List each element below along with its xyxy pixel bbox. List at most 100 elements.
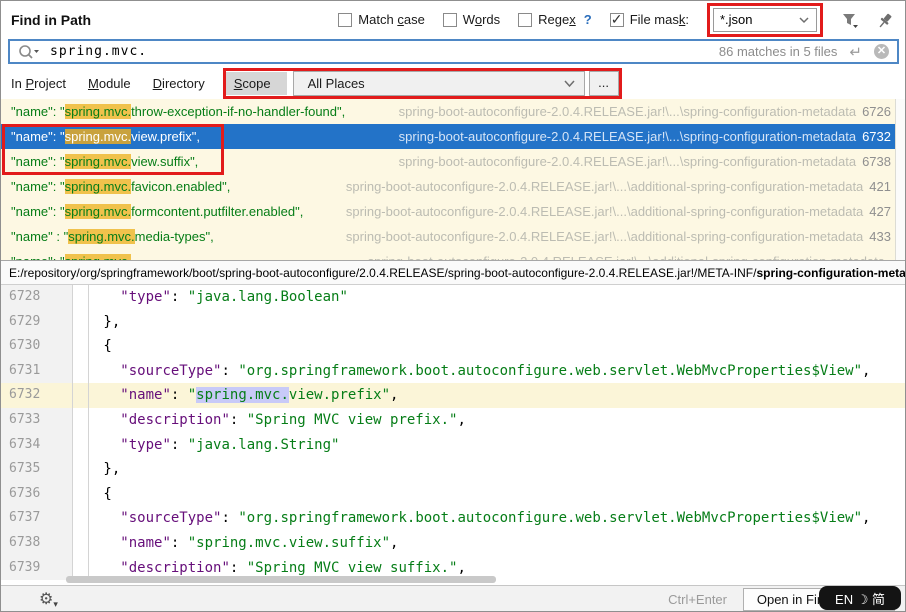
- ime-language-indicator[interactable]: EN ☽ 简: [819, 586, 901, 610]
- result-location: spring-boot-autoconfigure-2.0.4.RELEASE.…: [399, 154, 891, 169]
- result-location: spring-boot-autoconfigure-2.0.4.RELEASE.…: [346, 229, 891, 244]
- code-token: {: [95, 338, 112, 354]
- words-checkbox[interactable]: Words: [443, 12, 500, 27]
- clear-search-button[interactable]: ✕: [874, 44, 889, 59]
- gutter-fold-column: [73, 334, 89, 359]
- settings-gear-icon[interactable]: ⚙▾: [39, 589, 58, 610]
- dialog-title: Find in Path: [11, 12, 91, 28]
- result-line-number: 433: [869, 229, 891, 244]
- result-row[interactable]: "name": "spring.mvc.view.suffix",spring-…: [1, 149, 906, 174]
- code-text: "description": "Spring MVC view prefix."…: [89, 408, 466, 433]
- result-file-path: spring-boot-autoconfigure-2.0.4.RELEASE.…: [346, 204, 863, 219]
- regex-label[interactable]: Regex: [538, 12, 576, 27]
- file-mask-dropdown[interactable]: *.json: [713, 8, 817, 32]
- code-line[interactable]: 6733 "description": "Spring MVC view pre…: [1, 408, 905, 433]
- snippet-prefix: "name" : ": [11, 229, 68, 244]
- words-box-icon[interactable]: [443, 13, 457, 27]
- gutter-fold-column: [73, 433, 89, 458]
- match-case-label[interactable]: Match case: [358, 12, 425, 27]
- code-line[interactable]: 6729 },: [1, 310, 905, 335]
- words-label[interactable]: Words: [463, 12, 500, 27]
- result-row[interactable]: "name": "spring.mvc.spring-boot-autoconf…: [1, 249, 906, 260]
- code-token: ,: [457, 412, 465, 428]
- code-line[interactable]: 6735 },: [1, 457, 905, 482]
- result-file-path: spring-boot-autoconfigure-2.0.4.RELEASE.…: [399, 129, 856, 144]
- result-row[interactable]: "name": "spring.mvc.favicon.enabled", spr…: [1, 174, 906, 199]
- code-token: [95, 289, 120, 305]
- line-number: 6733: [1, 408, 73, 433]
- code-line[interactable]: 6736 {: [1, 482, 905, 507]
- code-line[interactable]: 6737 "sourceType": "org.springframework.…: [1, 506, 905, 531]
- result-snippet: "name": "spring.mvc.view.prefix",: [11, 129, 200, 144]
- code-token: ,: [457, 560, 465, 576]
- snippet-rest: formcontent.putfilter.enabled",: [131, 204, 303, 219]
- result-location: spring-boot-autoconfigure-2.0.4.RELEASE.…: [346, 179, 891, 194]
- result-row[interactable]: "name": "spring.mvc.throw-exception-if-n…: [1, 99, 906, 124]
- snippet-rest: favicon.enabled",: [131, 179, 230, 194]
- code-line[interactable]: 6728 "type": "java.lang.Boolean": [1, 285, 905, 310]
- code-line[interactable]: 6730 {: [1, 334, 905, 359]
- code-text: "sourceType": "org.springframework.boot.…: [89, 359, 870, 384]
- code-line[interactable]: 6732 "name": "spring.mvc.view.prefix",: [1, 383, 905, 408]
- file-mask-checkbox[interactable]: File mask:: [610, 12, 689, 27]
- find-in-path-dialog: Find in Path Match case Words Regex ? Fi…: [0, 0, 906, 612]
- regex-box-icon[interactable]: [518, 13, 532, 27]
- snippet-match-highlight: spring.mvc.: [68, 229, 134, 244]
- file-mask-label[interactable]: File mask:: [630, 12, 689, 27]
- line-number: 6730: [1, 334, 73, 359]
- shortcut-hint: Ctrl+Enter: [668, 592, 727, 607]
- scope-tab-module[interactable]: Module: [88, 76, 131, 91]
- search-input[interactable]: spring.mvc. 86 matches in 5 files ↵ ✕: [8, 39, 899, 64]
- code-line[interactable]: 6734 "type": "java.lang.String": [1, 433, 905, 458]
- chevron-down-icon[interactable]: [798, 16, 810, 24]
- result-row[interactable]: "name" : "spring.mvc.media-types",spring…: [1, 224, 906, 249]
- code-text: {: [89, 482, 112, 507]
- gutter-fold-column: [73, 457, 89, 482]
- code-token: :: [221, 510, 238, 526]
- code-token: "type": [120, 289, 171, 305]
- regex-checkbox[interactable]: Regex ?: [518, 12, 592, 27]
- match-case-box-icon[interactable]: [338, 13, 352, 27]
- search-query-text[interactable]: spring.mvc.: [50, 44, 147, 59]
- code-token: [95, 535, 120, 551]
- pin-icon[interactable]: [877, 11, 895, 29]
- preview-path-text: E:/repository/org/springframework/boot/s…: [9, 266, 756, 280]
- scope-browse-button[interactable]: ...: [589, 71, 619, 96]
- code-token: "Spring MVC view suffix.": [247, 560, 458, 576]
- gutter-fold-column: [73, 531, 89, 556]
- code-token: [95, 387, 120, 403]
- chevron-down-icon[interactable]: [563, 79, 576, 88]
- match-case-checkbox[interactable]: Match case: [338, 12, 425, 27]
- match-count-label: 86 matches in 5 files: [719, 44, 838, 59]
- code-token: "type": [120, 437, 171, 453]
- code-token: ,: [862, 363, 870, 379]
- snippet-match-highlight: spring.mvc.: [65, 179, 131, 194]
- line-number: 6736: [1, 482, 73, 507]
- snippet-prefix: "name": ": [11, 179, 65, 194]
- code-line[interactable]: 6738 "name": "spring.mvc.view.suffix",: [1, 531, 905, 556]
- result-row[interactable]: "name": "spring.mvc.formcontent.putfilte…: [1, 199, 906, 224]
- code-token: "description": [120, 412, 230, 428]
- filter-icon[interactable]: [841, 11, 859, 29]
- results-scrollbar[interactable]: [895, 99, 905, 260]
- enter-arrow-icon: ↵: [849, 43, 862, 61]
- code-token: "java.lang.Boolean": [188, 289, 348, 305]
- scope-tab-in-project[interactable]: In Project: [11, 76, 66, 91]
- scope-bar: In Project Module Directory Scope All Pl…: [1, 67, 905, 99]
- scope-dropdown[interactable]: All Places: [293, 71, 585, 96]
- search-icon[interactable]: [18, 44, 40, 60]
- scope-tab-scope[interactable]: Scope: [226, 72, 287, 95]
- line-number: 6732: [1, 383, 73, 408]
- result-row[interactable]: "name": "spring.mvc.view.prefix", spring-…: [1, 124, 906, 149]
- editor-horizontal-scrollbar[interactable]: [66, 576, 496, 583]
- code-preview-editor[interactable]: 6728 "type": "java.lang.Boolean"6729 },6…: [1, 285, 905, 585]
- scope-tab-directory[interactable]: Directory: [153, 76, 205, 91]
- result-file-path: spring-boot-autoconfigure-2.0.4.RELEASE.…: [399, 104, 856, 119]
- file-mask-box-icon[interactable]: [610, 13, 624, 27]
- regex-help-link[interactable]: ?: [584, 12, 592, 27]
- code-line[interactable]: 6731 "sourceType": "org.springframework.…: [1, 359, 905, 384]
- code-token: "name": [120, 535, 171, 551]
- snippet-prefix: "name": ": [11, 129, 65, 144]
- dialog-footer: ⚙▾ Ctrl+Enter Open in Find Window: [1, 585, 905, 612]
- code-token: ": [188, 387, 196, 403]
